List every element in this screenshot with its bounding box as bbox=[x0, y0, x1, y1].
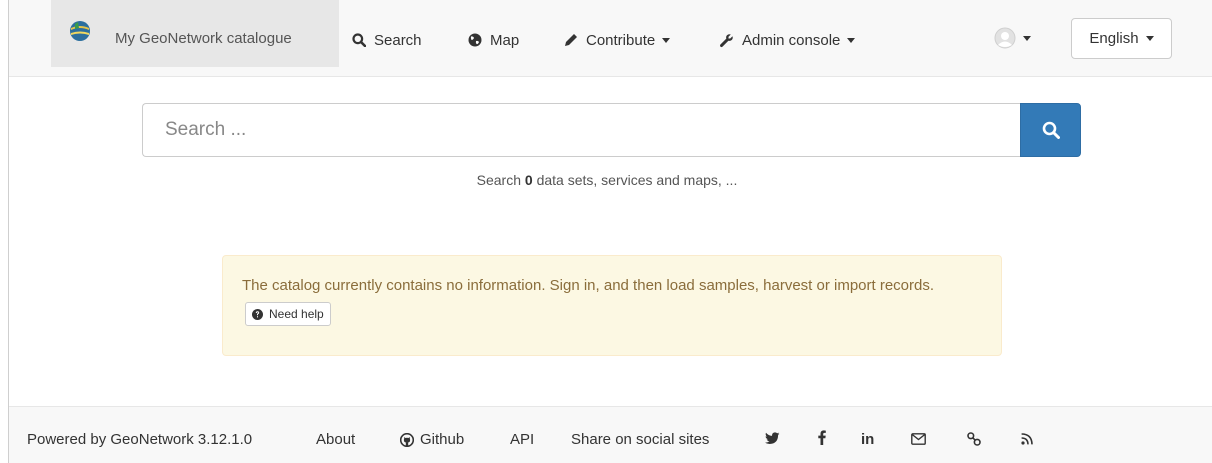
language-label: English bbox=[1089, 30, 1139, 47]
nav-map[interactable]: Map bbox=[468, 30, 519, 50]
question-circle-icon bbox=[252, 308, 263, 320]
nav-search-label: Search bbox=[374, 31, 422, 49]
search-button[interactable] bbox=[1020, 103, 1081, 157]
nav-contribute[interactable]: Contribute bbox=[564, 30, 671, 50]
chevron-down-icon bbox=[662, 37, 671, 43]
email-icon[interactable] bbox=[911, 433, 926, 445]
search-icon bbox=[1042, 121, 1060, 139]
linkedin-icon[interactable]: in bbox=[861, 431, 874, 448]
nav-map-label: Map bbox=[490, 31, 520, 49]
nav-admin-label: Admin console bbox=[742, 31, 841, 49]
search-hint: Search 0 data sets, services and maps, .… bbox=[1, 172, 1212, 188]
nav-search[interactable]: Search bbox=[352, 30, 422, 50]
nav-contribute-label: Contribute bbox=[586, 31, 656, 49]
chevron-down-icon bbox=[1145, 36, 1154, 41]
facebook-icon[interactable] bbox=[818, 430, 826, 445]
user-avatar-icon bbox=[994, 27, 1016, 49]
top-navbar: My GeoNetwork catalogue Search Map Contr… bbox=[9, 0, 1212, 77]
brand-link[interactable]: My GeoNetwork catalogue bbox=[51, 0, 339, 67]
about-link[interactable]: About bbox=[316, 431, 355, 448]
twitter-icon[interactable] bbox=[765, 432, 780, 445]
user-menu[interactable] bbox=[994, 27, 1031, 49]
alert-message: The catalog currently contains no inform… bbox=[242, 277, 935, 294]
search-hint-prefix: Search bbox=[476, 172, 521, 188]
search-icon bbox=[352, 33, 366, 47]
search-bar bbox=[142, 103, 1081, 157]
chevron-down-icon bbox=[1023, 35, 1031, 41]
empty-catalog-alert: The catalog currently contains no inform… bbox=[222, 255, 1002, 356]
footer: Powered by GeoNetwork 3.12.1.0 About Git… bbox=[9, 406, 1212, 463]
api-link[interactable]: API bbox=[510, 431, 534, 448]
brand-title: My GeoNetwork catalogue bbox=[115, 30, 292, 47]
nav-admin-console[interactable]: Admin console bbox=[719, 30, 856, 50]
link-icon[interactable] bbox=[967, 432, 981, 446]
geonetwork-logo-icon bbox=[70, 21, 90, 41]
search-input[interactable] bbox=[142, 103, 1020, 157]
globe-icon bbox=[468, 33, 482, 47]
need-help-label: Need help bbox=[269, 307, 324, 322]
page-frame: My GeoNetwork catalogue Search Map Contr… bbox=[8, 0, 1212, 463]
wrench-icon bbox=[719, 33, 733, 47]
github-label: Github bbox=[420, 431, 465, 448]
chevron-down-icon bbox=[847, 37, 856, 43]
share-label: Share on social sites bbox=[571, 431, 710, 448]
need-help-button[interactable]: Need help bbox=[245, 302, 331, 327]
powered-by-link[interactable]: Powered by GeoNetwork 3.12.1.0 bbox=[27, 431, 252, 448]
rss-icon[interactable] bbox=[1021, 433, 1033, 445]
pencil-icon bbox=[565, 34, 577, 46]
github-icon bbox=[400, 432, 414, 447]
search-hint-suffix: data sets, services and maps, ... bbox=[536, 172, 738, 188]
language-select[interactable]: English bbox=[1071, 18, 1172, 59]
github-link[interactable]: Github bbox=[400, 431, 464, 448]
record-count: 0 bbox=[524, 172, 533, 188]
